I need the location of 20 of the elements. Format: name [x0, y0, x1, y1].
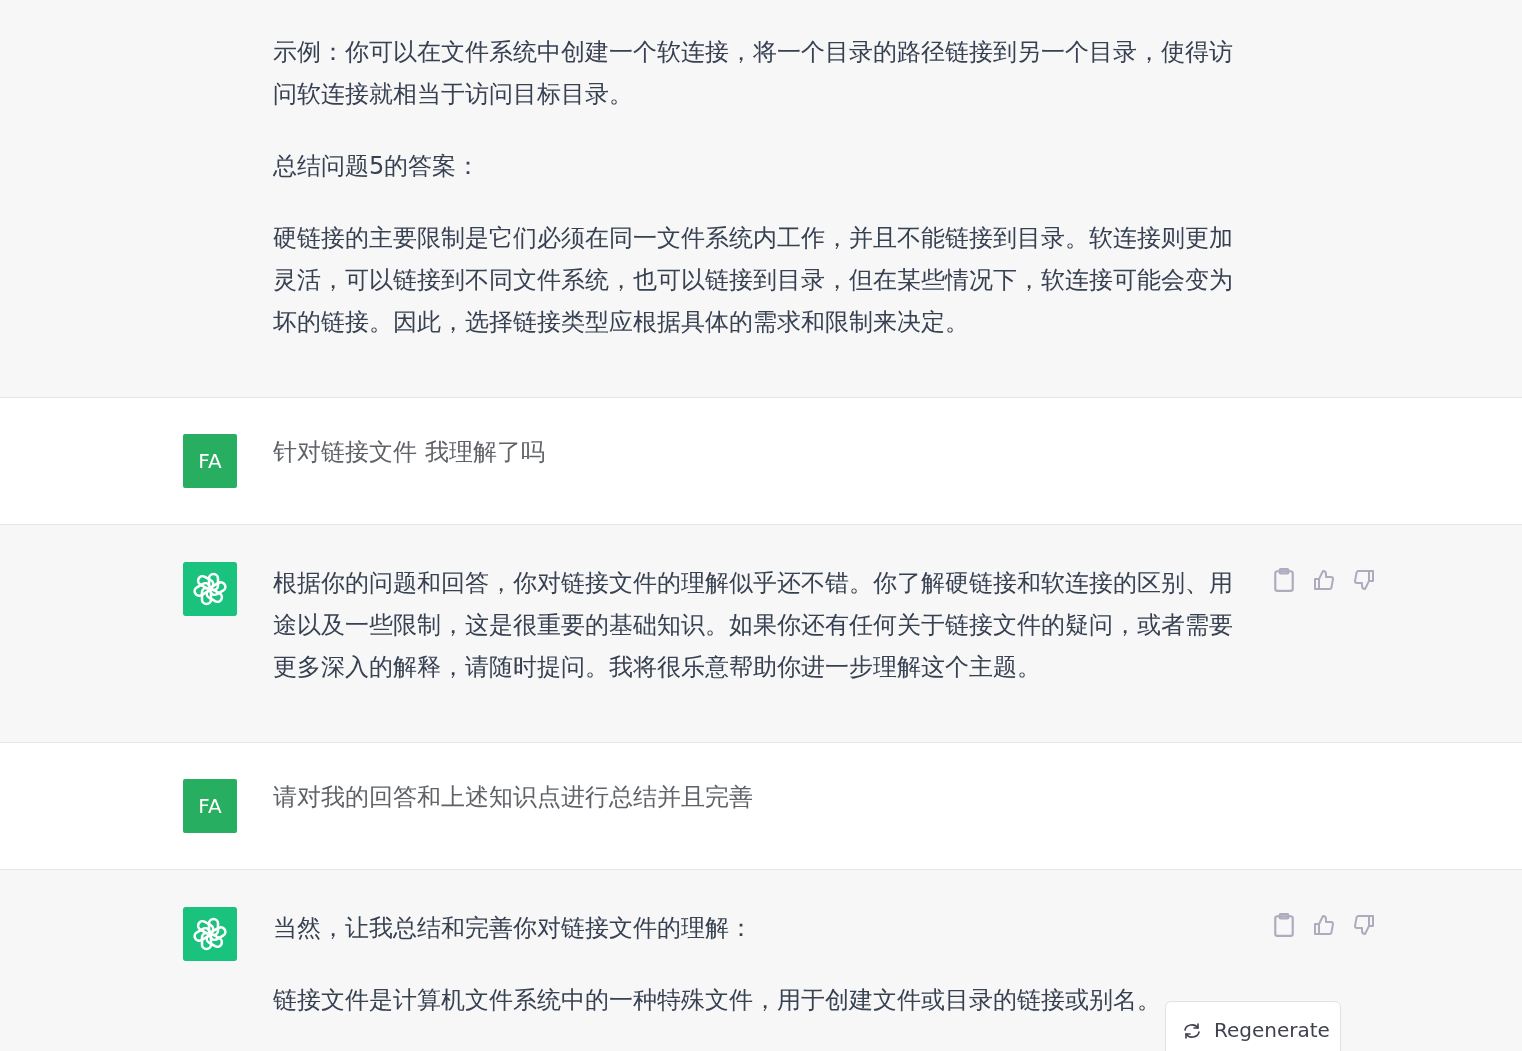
message-text: 总结问题5的答案： — [273, 151, 482, 182]
thumbs-down-icon[interactable] — [1353, 913, 1375, 937]
thumbs-up-icon[interactable] — [1313, 913, 1335, 937]
message-text: 链接文件是计算机文件系统中的一种特殊文件，用于创建文件或目录的链接或别名。 — [273, 985, 1162, 1016]
assistant-avatar-icon — [183, 562, 237, 616]
refresh-icon — [1182, 1021, 1202, 1041]
message-text: 请对我的回答和上述知识点进行总结并且完善 — [273, 782, 754, 813]
message-text: 当然，让我总结和完善你对链接文件的理解： — [273, 913, 754, 944]
message-text: 根据你的问题和回答，你对链接文件的理解似乎还不错。你了解硬链接和软连接的区别、用途以及一些限制，这是很重要的基础知识。如果你还有任何关于链接文件的疑问，或者需要更多深入的解释，请随时提问。我将很乐意帮助你进一步理解这个主题。 — [273, 568, 1234, 683]
assistant-avatar-icon — [183, 907, 237, 961]
message-text: 硬链接的主要限制是它们必须在同一文件系统内工作，并且不能链接到目录。软连接则更加灵活，可以链接到不同文件系统，也可以链接到目录，但在某些情况下，软连接可能会变为坏的链接。因此，选择链接类型应根据具体的需求和限制来决定。 — [273, 223, 1234, 338]
message-text: 示例：你可以在文件系统中创建一个软连接，将一个目录的路径链接到另一个目录，使得访问软连接就相当于访问目标目录。 — [273, 37, 1234, 110]
regenerate-button[interactable]: Regenerate — [1165, 1001, 1341, 1051]
copy-icon[interactable] — [1273, 568, 1295, 592]
user-avatar: FA — [183, 779, 237, 833]
message-text: 针对链接文件 我理解了吗 — [273, 437, 546, 468]
user-avatar: FA — [183, 434, 237, 488]
thumbs-up-icon[interactable] — [1313, 568, 1335, 592]
copy-icon[interactable] — [1273, 913, 1295, 937]
thumbs-down-icon[interactable] — [1353, 568, 1375, 592]
